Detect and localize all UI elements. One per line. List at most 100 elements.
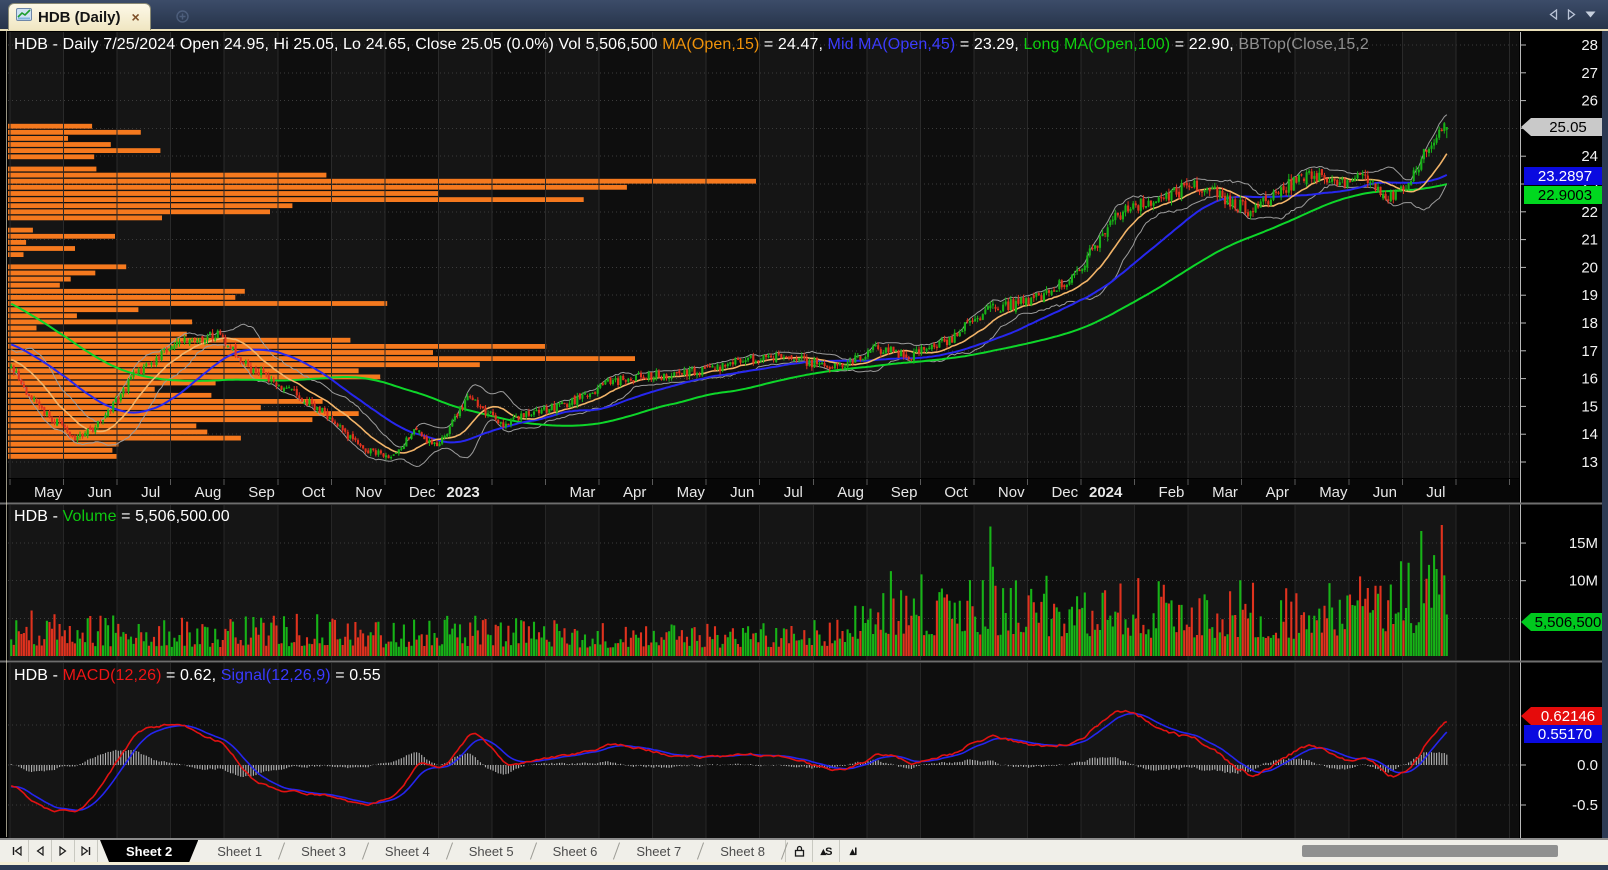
app-window: HDB (Daily) × May Jun Jul Aug Sep Oct Nov Dec 20… (0, 0, 1608, 870)
title-segment: Signal(12,26,9) (220, 667, 331, 684)
frame-top-border (0, 29, 1608, 31)
svg-text:18: 18 (1581, 315, 1598, 332)
svg-text:Nov: Nov (998, 484, 1025, 501)
svg-text:28: 28 (1581, 37, 1598, 54)
volume-pane-title: HDB - Volume = 5,506,500.00 (14, 508, 230, 526)
svg-text:Apr: Apr (623, 484, 646, 501)
svg-text:Jul: Jul (1426, 484, 1445, 501)
svg-text:Apr: Apr (1266, 484, 1289, 501)
pane-divider[interactable] (0, 501, 1602, 505)
title-segment: Volume (62, 508, 117, 525)
tab-close-icon[interactable]: × (132, 9, 140, 25)
svg-text:May: May (34, 484, 63, 501)
frame-bottom-border (0, 862, 1608, 865)
sheet-tab-sheet-7[interactable]: Sheet 7 (617, 840, 700, 862)
svg-text:0.55170: 0.55170 (1538, 726, 1592, 743)
title-segment: = 0.55 (330, 667, 381, 684)
pane-divider[interactable] (0, 659, 1602, 663)
sheet-nav-next-button[interactable] (52, 840, 75, 862)
sheet-tab-sheet-1[interactable]: Sheet 1 (198, 840, 281, 862)
horizontal-scrollbar[interactable] (1296, 840, 1564, 862)
title-segment: = 0.62, (161, 667, 221, 684)
svg-text:22.9003: 22.9003 (1538, 187, 1592, 204)
svg-text:2024: 2024 (1089, 484, 1123, 501)
svg-text:16: 16 (1581, 371, 1598, 388)
svg-text:24: 24 (1581, 148, 1598, 165)
svg-text:Mar: Mar (570, 484, 596, 501)
title-segment: = 24.47, (759, 36, 828, 53)
new-tab-icon[interactable] (176, 10, 189, 28)
sheet-tab-sheet-5[interactable]: Sheet 5 (450, 840, 533, 862)
frame-left-border (6, 31, 7, 837)
svg-text:-0.5: -0.5 (1572, 797, 1598, 814)
svg-text:Sep: Sep (891, 484, 918, 501)
svg-text:May: May (677, 484, 706, 501)
title-segment: MACD(12,26) (62, 667, 162, 684)
chart-thumbnail-icon (16, 8, 32, 26)
svg-text:Oct: Oct (944, 484, 968, 501)
svg-text:20: 20 (1581, 259, 1598, 276)
svg-text:Dec: Dec (1051, 484, 1078, 501)
sheet-nav-first-button[interactable] (6, 840, 29, 862)
svg-text:Mar: Mar (1212, 484, 1238, 501)
title-segment: HDB - (14, 667, 63, 684)
svg-text:19: 19 (1581, 287, 1598, 304)
title-segment: Long MA(Open,100) (1023, 36, 1171, 53)
svg-text:26: 26 (1581, 93, 1598, 110)
svg-text:17: 17 (1581, 343, 1598, 360)
tab-list-dropdown-icon[interactable] (1585, 11, 1596, 18)
svg-text:25.05: 25.05 (1549, 119, 1587, 136)
tab-scroll-left-icon[interactable] (1549, 9, 1558, 20)
sheet-tab-sheet-8[interactable]: Sheet 8 (701, 840, 784, 862)
svg-text:13: 13 (1581, 454, 1598, 471)
interval-toggle-button[interactable]: ▴I (839, 840, 866, 862)
svg-text:Jun: Jun (730, 484, 754, 501)
title-segment: HDB - Daily 7/25/2024 Open 24.95, Hi 25.… (14, 36, 663, 53)
svg-text:Dec: Dec (409, 484, 436, 501)
svg-text:21: 21 (1581, 232, 1598, 249)
sheet-nav-prev-button[interactable] (29, 840, 52, 862)
svg-text:Nov: Nov (355, 484, 382, 501)
svg-text:Jul: Jul (141, 484, 160, 501)
document-tab-bar: HDB (Daily) × (0, 0, 1608, 30)
sheet-tab-sheet-4[interactable]: Sheet 4 (366, 840, 449, 862)
svg-text:2023: 2023 (446, 484, 479, 501)
svg-text:0.62146: 0.62146 (1541, 708, 1595, 725)
title-segment: HDB - (14, 508, 63, 525)
title-segment: MA(Open,15) (662, 36, 760, 53)
tab-scroll-controls (1549, 9, 1596, 20)
sheet-bar: Sheet 2 Sheet 1 Sheet 3 Sheet 4 Sheet 5 Sheet… (0, 840, 1608, 862)
svg-text:14: 14 (1581, 426, 1598, 443)
svg-text:Aug: Aug (195, 484, 222, 501)
svg-text:Jun: Jun (1373, 484, 1397, 501)
svg-text:27: 27 (1581, 65, 1598, 82)
svg-text:May: May (1319, 484, 1348, 501)
title-segment: = 5,506,500.00 (116, 508, 230, 525)
svg-text:Oct: Oct (302, 484, 326, 501)
title-segment: Mid MA(Open,45) (827, 36, 956, 53)
tab-scroll-right-icon[interactable] (1567, 9, 1576, 20)
svg-text:Jul: Jul (784, 484, 803, 501)
svg-text:Feb: Feb (1159, 484, 1185, 501)
title-segment: BBTop(Close,15,2 (1238, 36, 1369, 53)
price-pane-title: HDB - Daily 7/25/2024 Open 24.95, Hi 25.… (14, 36, 1369, 54)
svg-text:Sep: Sep (248, 484, 275, 501)
title-segment: = 22.90, (1170, 36, 1239, 53)
sheet-tabs: Sheet 2 Sheet 1 Sheet 3 Sheet 4 Sheet 5 Sheet… (100, 840, 789, 862)
chart-client-area: May Jun Jul Aug Sep Oct Nov Dec 2023 Mar Apr May Jun… (0, 30, 1602, 838)
svg-text:10M: 10M (1569, 573, 1598, 590)
svg-text:15: 15 (1581, 398, 1598, 415)
scale-toggle-button[interactable]: ▴S (812, 840, 839, 862)
sheet-tab-sheet-6[interactable]: Sheet 6 (534, 840, 617, 862)
sheet-tab-sheet-3[interactable]: Sheet 3 (282, 840, 365, 862)
chart-canvas[interactable]: May Jun Jul Aug Sep Oct Nov Dec 2023 Mar Apr May Jun… (0, 30, 1602, 838)
svg-text:5,506,500: 5,506,500 (1535, 614, 1602, 631)
document-tab-hdb[interactable]: HDB (Daily) × (8, 3, 151, 30)
title-segment: = 23.29, (955, 36, 1024, 53)
sheet-tab-sheet-2[interactable]: Sheet 2 (100, 840, 198, 862)
lock-sheets-button[interactable] (785, 840, 812, 862)
svg-text:22: 22 (1581, 204, 1598, 221)
scrollbar-thumb[interactable] (1302, 845, 1558, 857)
svg-text:23.2897: 23.2897 (1538, 168, 1592, 185)
sheet-nav-last-button[interactable] (75, 840, 98, 862)
